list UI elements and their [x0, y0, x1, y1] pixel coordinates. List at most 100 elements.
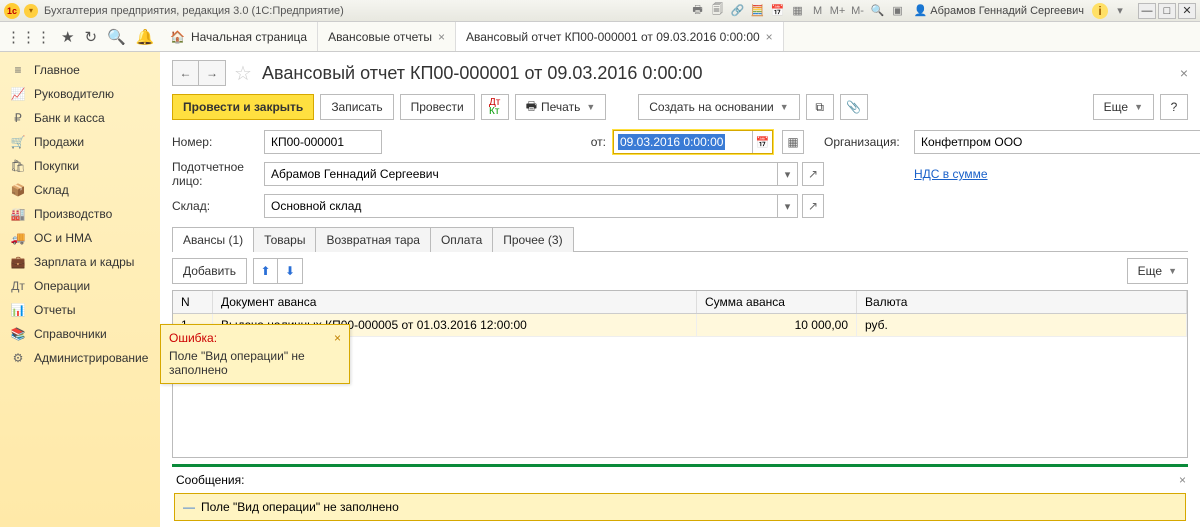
- warehouse-open-button[interactable]: ↗: [802, 194, 824, 218]
- zoom-icon[interactable]: 🔍: [870, 3, 886, 19]
- page-close-button[interactable]: ×: [1180, 65, 1188, 81]
- info-icon[interactable]: i: [1092, 3, 1108, 19]
- sidebar-item-label: Покупки: [34, 159, 79, 173]
- sidebar: ≡Главное📈Руководителю₽Банк и касса🛒Прода…: [0, 52, 160, 527]
- post-button[interactable]: Провести: [400, 94, 475, 120]
- post-and-close-button[interactable]: Провести и закрыть: [172, 94, 314, 120]
- warehouse-label: Склад:: [172, 199, 264, 213]
- create-based-button[interactable]: Создать на основании▼: [638, 94, 799, 120]
- number-field[interactable]: [265, 135, 432, 149]
- sidebar-item-label: Производство: [34, 207, 112, 221]
- org-field[interactable]: [915, 135, 1200, 149]
- memory-mplus[interactable]: M+: [830, 3, 846, 19]
- sidebar-item[interactable]: 🛒Продажи: [0, 130, 160, 154]
- sidebar-item[interactable]: ДтОперации: [0, 274, 160, 298]
- message-item[interactable]: —Поле "Вид операции" не заполнено: [174, 493, 1186, 521]
- write-button[interactable]: Записать: [320, 94, 393, 120]
- doc-tabs: Авансы (1) Товары Возвратная тара Оплата…: [172, 226, 1188, 252]
- sidebar-item[interactable]: 🛍Покупки: [0, 154, 160, 178]
- tab-advance-report-doc[interactable]: Авансовый отчет КП00-000001 от 09.03.201…: [456, 22, 784, 51]
- dtkt-button[interactable]: ДтКт: [481, 94, 509, 120]
- memory-m[interactable]: M: [810, 3, 826, 19]
- add-row-button[interactable]: Добавить: [172, 258, 247, 284]
- toolbar-icon[interactable]: 🔗: [730, 3, 746, 19]
- app-menu-dropdown-icon[interactable]: ▾: [24, 4, 38, 18]
- sidebar-item[interactable]: 📈Руководителю: [0, 82, 160, 106]
- nav-forward-button[interactable]: →: [199, 61, 225, 85]
- tab-advances[interactable]: Авансы (1): [172, 227, 254, 252]
- search-icon[interactable]: 🔍: [107, 28, 126, 46]
- error-close[interactable]: ×: [334, 331, 341, 345]
- dash-icon: —: [183, 500, 195, 514]
- sidebar-item[interactable]: ⚙Администрирование: [0, 346, 160, 370]
- close-icon[interactable]: ×: [438, 30, 445, 44]
- col-currency[interactable]: Валюта: [857, 291, 1187, 313]
- tab-payment[interactable]: Оплата: [430, 227, 493, 252]
- dropdown-icon[interactable]: ▾: [777, 163, 797, 185]
- dropdown-icon[interactable]: ▾: [1112, 3, 1128, 19]
- move-down-button[interactable]: ⬇: [278, 259, 302, 283]
- col-document[interactable]: Документ аванса: [213, 291, 697, 313]
- sidebar-item[interactable]: 🚚ОС и НМА: [0, 226, 160, 250]
- date-ext-button[interactable]: ▦: [782, 130, 804, 154]
- toolbar-icon[interactable]: 🗐: [710, 3, 726, 19]
- sidebar-item-label: Продажи: [34, 135, 84, 149]
- tab-tare[interactable]: Возвратная тара: [315, 227, 431, 252]
- calendar-picker-icon[interactable]: 📅: [752, 131, 772, 153]
- sidebar-item[interactable]: 📚Справочники: [0, 322, 160, 346]
- messages-panel: Сообщения:× —Поле "Вид операции" не запо…: [172, 464, 1188, 527]
- apps-icon[interactable]: ⋮⋮⋮: [6, 28, 51, 46]
- sidebar-item[interactable]: 🏭Производство: [0, 202, 160, 226]
- window-minimize[interactable]: —: [1138, 3, 1156, 19]
- grid-more-button[interactable]: Еще▼: [1127, 258, 1188, 284]
- sidebar-item-label: Зарплата и кадры: [34, 255, 134, 269]
- toolbar-icon[interactable]: 🖶: [690, 3, 706, 19]
- warehouse-field[interactable]: [265, 199, 777, 213]
- number-label: Номер:: [172, 135, 264, 149]
- window-close[interactable]: ✕: [1178, 3, 1196, 19]
- org-label: Организация:: [824, 135, 914, 149]
- more-button[interactable]: Еще▼: [1093, 94, 1154, 120]
- sidebar-item[interactable]: ≡Главное: [0, 58, 160, 82]
- tab-home[interactable]: 🏠 Начальная страница: [160, 22, 318, 51]
- nav-back-button[interactable]: ←: [173, 61, 199, 85]
- memory-mminus[interactable]: M-: [850, 3, 866, 19]
- date-field[interactable]: 09.03.2016 0:00:00: [618, 134, 725, 150]
- toolbar-icon[interactable]: 🧮: [750, 3, 766, 19]
- window-restore[interactable]: □: [1158, 3, 1176, 19]
- dropdown-icon[interactable]: ▾: [777, 195, 797, 217]
- windows-icon[interactable]: ▣: [890, 3, 906, 19]
- sidebar-item-label: ОС и НМА: [34, 231, 92, 245]
- sidebar-item[interactable]: 📦Склад: [0, 178, 160, 202]
- sidebar-item-label: Банк и касса: [34, 111, 105, 125]
- sidebar-item[interactable]: 📊Отчеты: [0, 298, 160, 322]
- current-user[interactable]: 👤 Абрамов Геннадий Сергеевич: [914, 4, 1084, 17]
- sidebar-item-label: Отчеты: [34, 303, 75, 317]
- sidebar-icon: ⚙: [10, 351, 26, 365]
- tab-advance-reports[interactable]: Авансовые отчеты ×: [318, 22, 456, 51]
- print-button[interactable]: 🖶 Печать▼: [515, 94, 607, 120]
- help-button[interactable]: ?: [1160, 94, 1188, 120]
- history-icon[interactable]: ↻: [84, 28, 97, 46]
- sidebar-item-label: Главное: [34, 63, 80, 77]
- favorite-star-icon[interactable]: ☆: [234, 61, 254, 86]
- messages-close[interactable]: ×: [1179, 473, 1186, 487]
- favorites-icon[interactable]: ★: [61, 28, 74, 46]
- calendar-icon[interactable]: 📅: [770, 3, 786, 19]
- tab-other[interactable]: Прочее (3): [492, 227, 573, 252]
- person-open-button[interactable]: ↗: [802, 162, 824, 186]
- tab-goods[interactable]: Товары: [253, 227, 316, 252]
- structure-button[interactable]: ⧉: [806, 94, 834, 120]
- person-field[interactable]: [265, 167, 777, 181]
- col-number[interactable]: N: [173, 291, 213, 313]
- app-title: Бухгалтерия предприятия, редакция 3.0 (1…: [44, 5, 690, 17]
- toolbar-icon[interactable]: ▦: [790, 3, 806, 19]
- move-up-button[interactable]: ⬆: [254, 259, 278, 283]
- bell-icon[interactable]: 🔔: [136, 28, 155, 46]
- attach-button[interactable]: 📎: [840, 94, 868, 120]
- sidebar-item[interactable]: ₽Банк и касса: [0, 106, 160, 130]
- close-icon[interactable]: ×: [766, 30, 773, 44]
- col-sum[interactable]: Сумма аванса: [697, 291, 857, 313]
- vat-link[interactable]: НДС в сумме: [914, 167, 988, 181]
- sidebar-item[interactable]: 💼Зарплата и кадры: [0, 250, 160, 274]
